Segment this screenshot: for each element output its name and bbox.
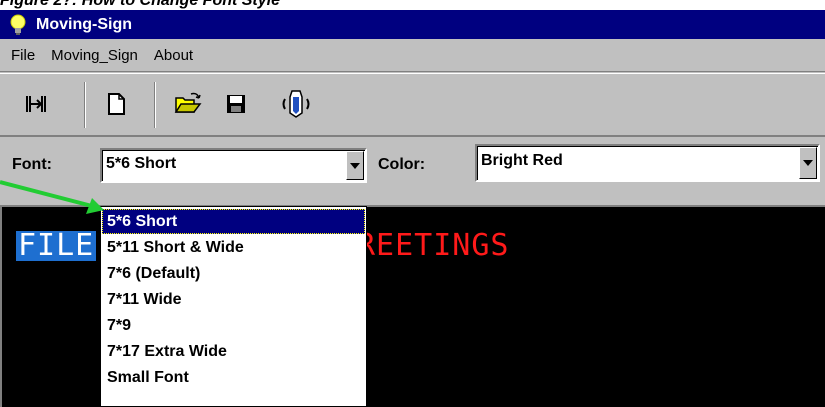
color-select[interactable]: Bright Red	[475, 144, 820, 182]
message-text[interactable]: REETINGS	[357, 231, 510, 261]
figure-caption: Figure 2?: How to Change Font Style	[0, 0, 280, 9]
toolbar	[0, 73, 825, 137]
screenshot: Figure 2?: How to Change Font Style Movi…	[0, 0, 825, 407]
color-select-value: Bright Red	[481, 152, 563, 169]
font-option[interactable]: Small Font	[102, 365, 365, 390]
menu-file[interactable]: File	[5, 47, 41, 64]
connect-button[interactable]	[20, 88, 52, 120]
open-folder-icon	[174, 92, 202, 113]
new-icon	[108, 93, 125, 115]
font-dropdown-button[interactable]	[346, 151, 364, 180]
font-option[interactable]: 7*6 (Default)	[102, 261, 365, 286]
menu-bar: File Moving_Sign About	[0, 39, 825, 72]
color-label: Color:	[378, 156, 426, 173]
annotation-arrow-icon	[0, 180, 104, 214]
menu-moving-sign[interactable]: Moving_Sign	[45, 47, 144, 64]
menu-about[interactable]: About	[148, 47, 199, 64]
toolbar-separator	[84, 82, 86, 128]
window-title: Moving-Sign	[36, 15, 132, 33]
save-button[interactable]	[220, 88, 252, 120]
font-option[interactable]: 7*11 Wide	[102, 287, 365, 312]
send-button[interactable]	[280, 88, 312, 120]
new-button[interactable]	[100, 88, 132, 120]
font-dropdown-list: 5*6 Short 5*11 Short & Wide 7*6 (Default…	[100, 206, 367, 407]
title-bar: Moving-Sign	[0, 10, 825, 39]
font-color-bar: Font: 5*6 Short Color: Bright Red	[0, 138, 825, 212]
send-sign-icon	[282, 90, 310, 118]
lightbulb-icon[interactable]	[8, 14, 28, 36]
toolbar-separator	[154, 82, 156, 128]
font-option[interactable]: 5*11 Short & Wide	[102, 235, 365, 260]
color-dropdown-button[interactable]	[799, 147, 817, 179]
font-option[interactable]: 5*6 Short	[102, 209, 365, 234]
font-select[interactable]: 5*6 Short	[100, 148, 367, 183]
save-disk-icon	[227, 95, 245, 113]
chevron-down-icon	[350, 162, 360, 169]
chevron-down-icon	[803, 160, 813, 166]
font-option[interactable]: 7*17 Extra Wide	[102, 339, 365, 364]
connect-icon	[26, 96, 46, 112]
font-select-value: 5*6 Short	[106, 155, 177, 172]
open-button[interactable]	[172, 88, 204, 120]
selected-message-text[interactable]: FILE	[16, 231, 97, 261]
font-option[interactable]: 7*9	[102, 313, 365, 338]
